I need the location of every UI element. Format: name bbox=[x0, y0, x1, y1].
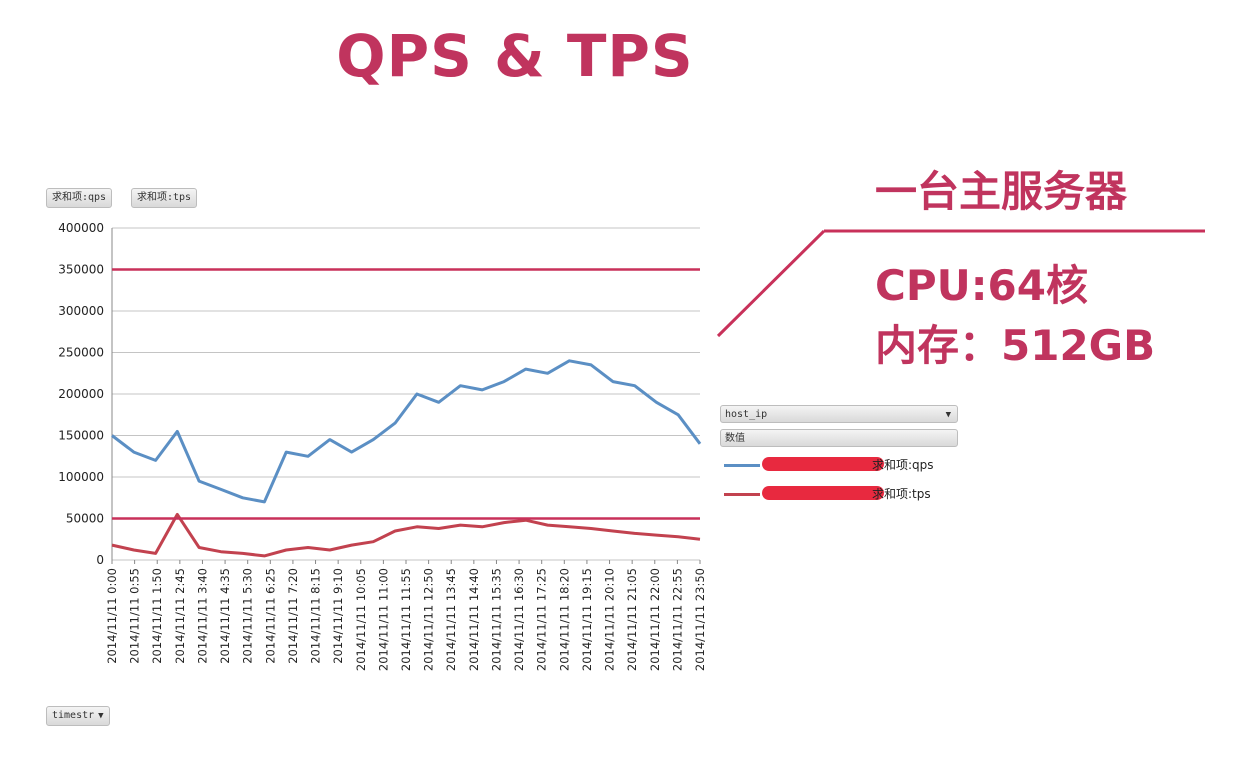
y-tick-label: 250000 bbox=[58, 346, 104, 360]
x-tick-label: 2014/11/11 5:30 bbox=[241, 568, 255, 664]
x-tick-label: 2014/11/11 10:05 bbox=[354, 568, 368, 671]
x-tick-label: 2014/11/11 2:45 bbox=[173, 568, 187, 664]
x-tick-label: 2014/11/11 20:10 bbox=[603, 568, 617, 671]
y-tick-label: 100000 bbox=[58, 470, 104, 484]
x-tick-label: 2014/11/11 8:15 bbox=[309, 568, 323, 664]
x-tick-label: 2014/11/11 22:00 bbox=[648, 568, 662, 671]
x-tick-label: 2014/11/11 16:30 bbox=[512, 568, 526, 671]
x-tick-label: 2014/11/11 17:25 bbox=[535, 568, 549, 671]
y-tick-label: 400000 bbox=[58, 221, 104, 235]
x-tick-label: 2014/11/11 18:20 bbox=[557, 568, 571, 671]
x-tick-label: 2014/11/11 19:15 bbox=[580, 568, 594, 671]
series-line-tps bbox=[111, 512, 701, 558]
x-tick-label: 2014/11/11 6:25 bbox=[263, 568, 277, 664]
x-tick-label: 2014/11/11 21:05 bbox=[625, 568, 639, 671]
x-tick-label: 2014/11/11 23:50 bbox=[693, 568, 707, 671]
y-tick-label: 300000 bbox=[58, 304, 104, 318]
y-tick-label: 0 bbox=[96, 553, 104, 567]
x-tick-label: 2014/11/11 7:20 bbox=[286, 568, 300, 664]
y-tick-label: 150000 bbox=[58, 429, 104, 443]
x-tick-label: 2014/11/11 0:00 bbox=[105, 568, 119, 664]
y-tick-label: 200000 bbox=[58, 387, 104, 401]
y-tick-label: 350000 bbox=[58, 263, 104, 277]
x-tick-label: 2014/11/11 12:50 bbox=[422, 568, 436, 671]
x-tick-label: 2014/11/11 0:55 bbox=[128, 568, 142, 664]
x-tick-label: 2014/11/11 11:00 bbox=[376, 568, 390, 671]
x-tick-label: 2014/11/11 1:50 bbox=[150, 568, 164, 664]
x-tick-label: 2014/11/11 22:55 bbox=[670, 568, 684, 671]
x-tick-label: 2014/11/11 15:35 bbox=[489, 568, 503, 671]
x-tick-label: 2014/11/11 9:10 bbox=[331, 568, 345, 664]
x-tick-label: 2014/11/11 13:45 bbox=[444, 568, 458, 671]
x-tick-label: 2014/11/11 14:40 bbox=[467, 568, 481, 671]
x-tick-label: 2014/11/11 3:40 bbox=[195, 568, 209, 664]
series-line-qps bbox=[111, 359, 702, 504]
x-tick-label: 2014/11/11 4:35 bbox=[218, 568, 232, 664]
y-tick-label: 50000 bbox=[66, 512, 104, 526]
x-tick-label: 2014/11/11 11:55 bbox=[399, 568, 413, 671]
line-chart: 0 50000 100000 150000 200000 250000 300000 3500… bbox=[58, 221, 707, 671]
